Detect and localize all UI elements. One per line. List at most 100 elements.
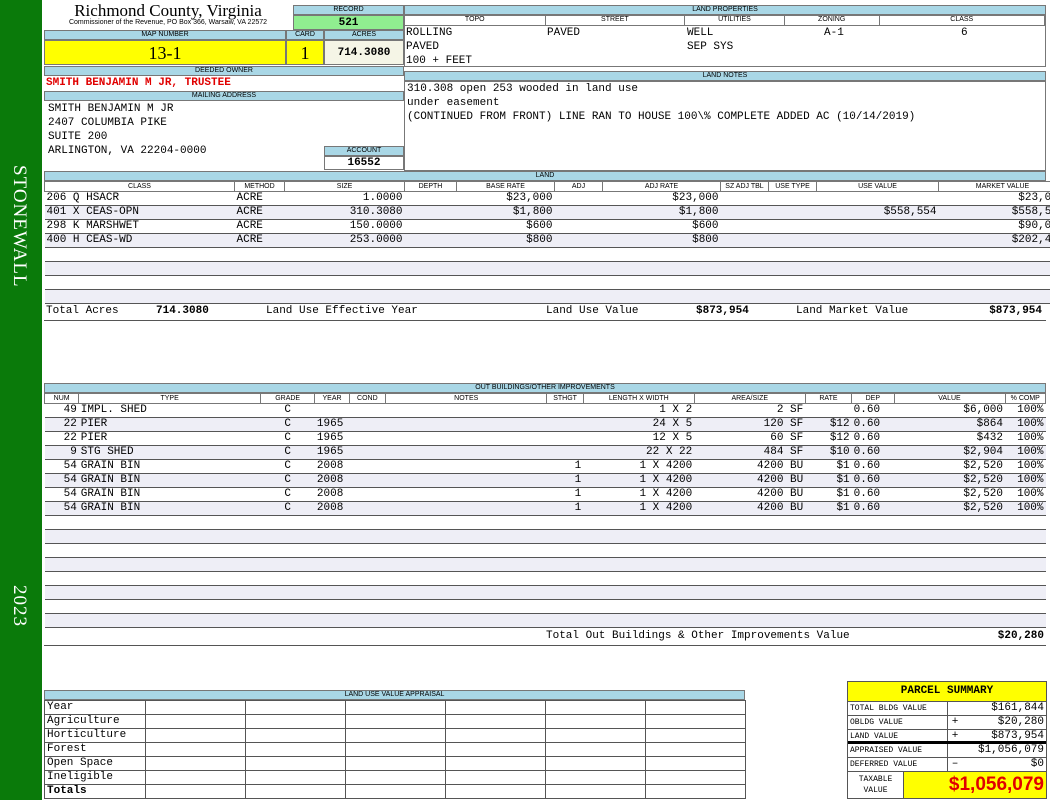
- appraisal-cell: [545, 756, 646, 771]
- land-prop-value: 6: [961, 27, 968, 39]
- table-cell: [385, 543, 547, 558]
- table-cell: [583, 571, 695, 586]
- table-row: 22 PIER C 1965 24 X 5 120 SF $12 0.60 $864 100%: [44, 417, 1046, 432]
- tax-year: 2023: [9, 585, 30, 627]
- appraisal-cell: [545, 784, 646, 799]
- column-header: SIZE: [284, 181, 405, 192]
- table-cell: [404, 261, 457, 276]
- taxable-value: $1,056,079: [904, 772, 1046, 798]
- table-cell: C: [260, 417, 315, 432]
- land-table: CLASS METHOD SIZE DEPTH BASE RATE ADJ ADJ RATE…: [44, 181, 1050, 304]
- card-number: 1: [286, 40, 324, 65]
- appraisal-cell: [445, 756, 546, 771]
- appraisal-row-label: Ineligible: [44, 770, 146, 785]
- table-row: 298 K MARSHWETACRE150.0000 $600 $600 $90,00…: [44, 219, 1050, 234]
- summary-value: $0: [1030, 758, 1044, 770]
- table-cell: $2,520: [894, 487, 1005, 502]
- empty-row: [44, 529, 1046, 544]
- table-cell: [694, 543, 806, 558]
- table-cell: [385, 459, 547, 474]
- table-cell: 0.60: [851, 417, 895, 432]
- appraisal-cell: [645, 700, 746, 715]
- map-number: 13-1: [44, 40, 286, 65]
- appraisal-cell: [145, 728, 246, 743]
- table-cell: $1,800: [456, 205, 555, 220]
- table-cell: [234, 289, 285, 304]
- table-cell: 4200 BU: [694, 487, 806, 502]
- table-cell: $1: [805, 501, 852, 516]
- appraisal-cell: [145, 742, 246, 757]
- column-header: LENGTH X WIDTH: [582, 393, 695, 404]
- column-header: STHGT: [546, 393, 584, 404]
- table-row: 22 PIER C 1965 12 X 5 60 SF $12 0.60 $432 100%: [44, 431, 1046, 446]
- table-cell: [768, 261, 817, 276]
- appraisal-row: Year: [44, 700, 746, 715]
- table-cell: [851, 613, 895, 628]
- table-cell: [546, 571, 584, 586]
- table-cell: [260, 557, 315, 572]
- table-cell: [694, 529, 806, 544]
- table-cell: [260, 529, 315, 544]
- table-cell: $600: [602, 219, 721, 234]
- table-cell: [554, 205, 603, 220]
- table-cell: [894, 515, 1005, 530]
- table-cell: [816, 247, 939, 262]
- mailing-line: 2407 COLUMBIA PIKE: [48, 117, 167, 129]
- table-cell: 2008: [314, 459, 350, 474]
- appraisal-cell: [345, 700, 446, 715]
- table-cell: [314, 403, 350, 418]
- mailing-address-label: MAILING ADDRESS: [44, 91, 404, 101]
- table-cell: [805, 613, 852, 628]
- appraisal-cell: [345, 728, 446, 743]
- table-cell: [805, 571, 852, 586]
- summary-sign: +: [951, 716, 959, 728]
- table-cell: 100%: [1005, 459, 1046, 474]
- table-cell: [805, 543, 852, 558]
- table-cell: [314, 557, 350, 572]
- appraisal-row: Open Space: [44, 756, 746, 771]
- total-acres-label: Total Acres: [46, 305, 119, 317]
- land-prop-header: CLASS: [879, 16, 1045, 26]
- table-cell: 4200 BU: [694, 459, 806, 474]
- table-cell: [694, 571, 806, 586]
- table-cell: [546, 417, 584, 432]
- table-cell: [456, 275, 555, 290]
- appraisal-row: Ineligible: [44, 770, 746, 785]
- table-cell: [44, 557, 79, 572]
- land-prop-header: ZONING: [784, 16, 880, 26]
- column-header: RATE: [804, 393, 853, 404]
- summary-label: OBLDG VALUE: [848, 716, 948, 729]
- table-cell: [44, 599, 79, 614]
- table-cell: [385, 515, 547, 530]
- table-cell: [404, 289, 457, 304]
- table-cell: 100%: [1005, 431, 1046, 446]
- summary-sign: [948, 702, 962, 715]
- table-cell: 2008: [314, 473, 350, 488]
- land-use-appraisal-title: LAND USE VALUE APPRAISAL: [44, 690, 745, 700]
- table-cell: 24 X 5: [583, 417, 695, 432]
- table-cell: [78, 515, 261, 530]
- table-cell: IMPL. SHED: [78, 403, 261, 418]
- table-cell: [602, 289, 721, 304]
- table-cell: [694, 515, 806, 530]
- table-cell: [44, 515, 79, 530]
- map-number-label: MAP NUMBER: [44, 30, 286, 40]
- appraisal-cell: [345, 770, 446, 785]
- table-cell: 400 H CEAS-WD: [44, 233, 235, 248]
- district-name: STONEWALL: [9, 165, 30, 288]
- table-cell: $558,554: [816, 205, 939, 220]
- table-cell: 54: [44, 473, 79, 488]
- district-sidebar: STONEWALL 2023: [0, 0, 42, 800]
- table-cell: [546, 557, 584, 572]
- table-cell: [768, 289, 817, 304]
- table-cell: [805, 515, 852, 530]
- appraisal-cell: [645, 714, 746, 729]
- table-row: 206 Q HSACR ACRE 1.0000 $23,000 $23,000 $23,0…: [44, 191, 1050, 206]
- summary-label: DEFERRED VALUE: [848, 758, 948, 771]
- table-cell: PIER: [78, 417, 261, 432]
- divider: [44, 645, 1046, 646]
- table-cell: ACRE: [234, 219, 285, 234]
- table-cell: $432: [894, 431, 1005, 446]
- county-address: Commissioner of the Revenue, PO Box 366,…: [68, 19, 268, 26]
- column-header: CLASS: [44, 181, 235, 192]
